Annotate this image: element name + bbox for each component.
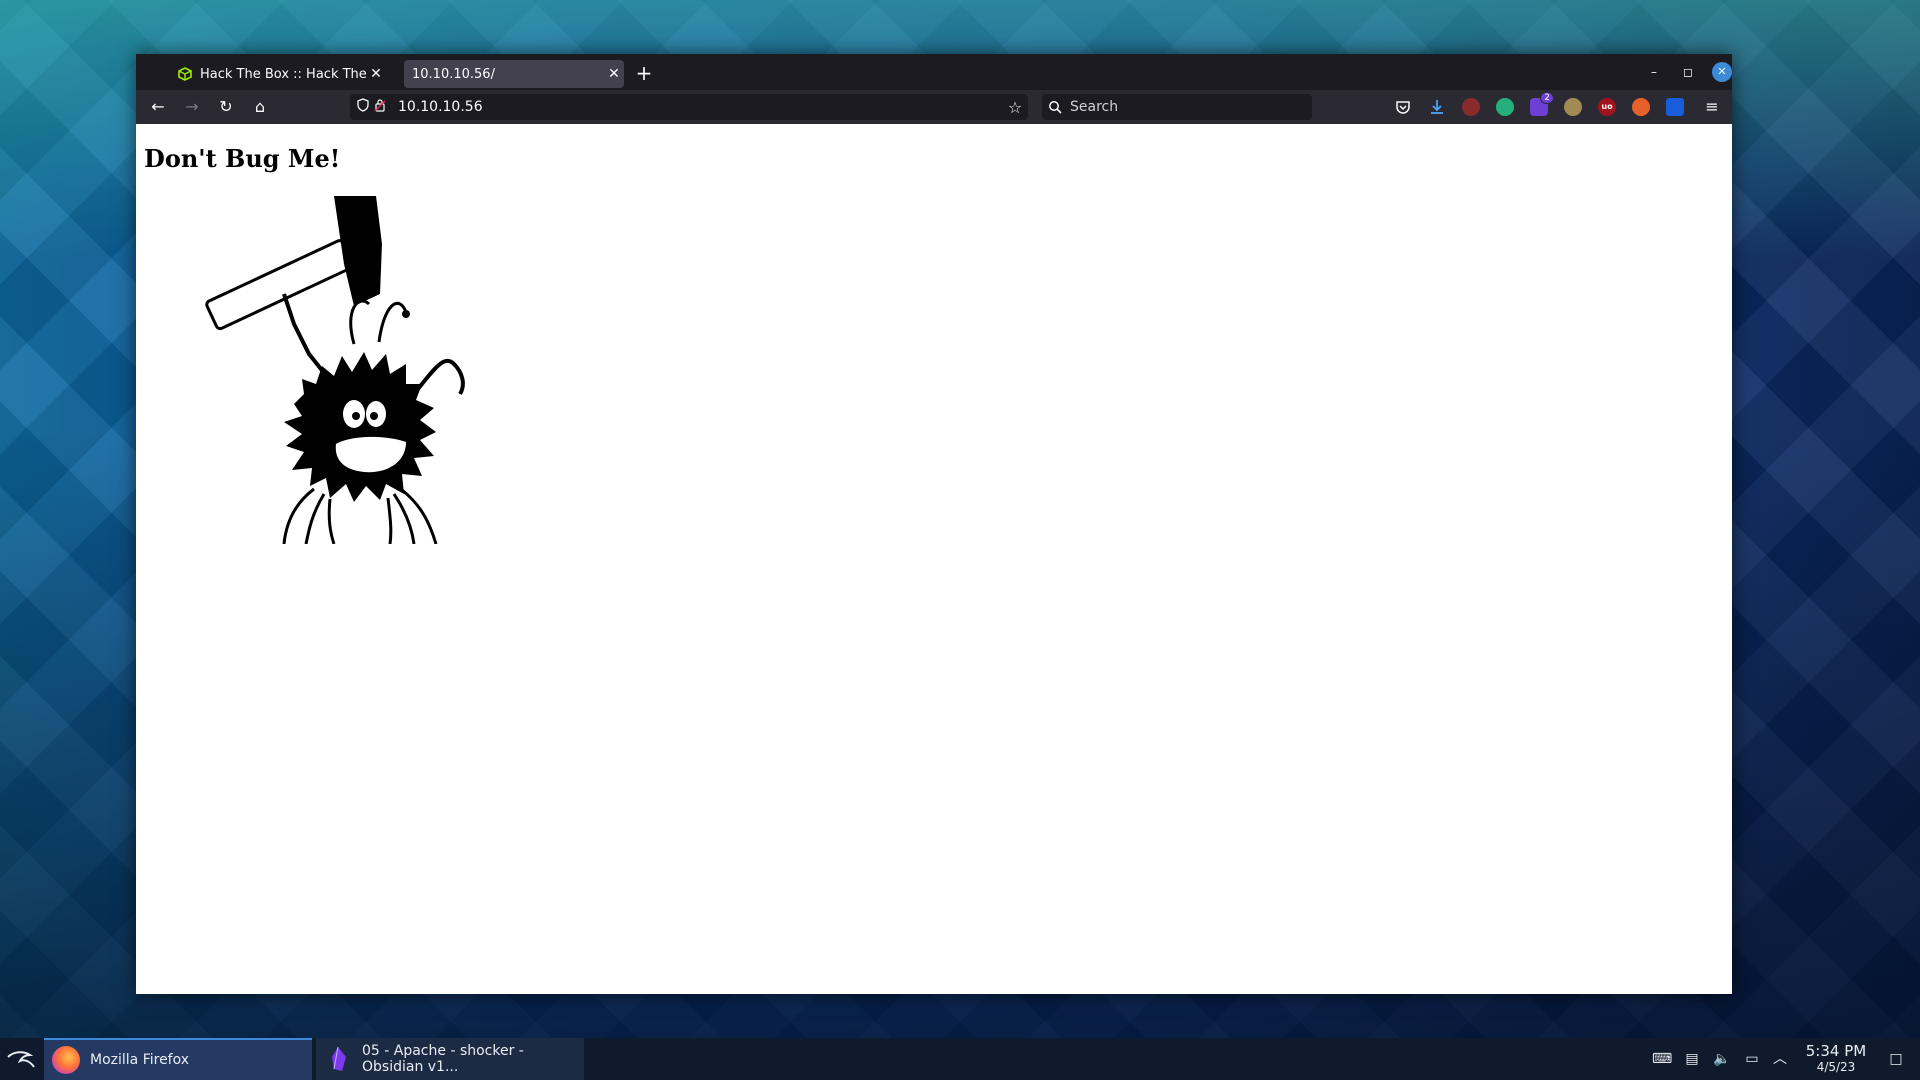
navigation-toolbar: ← → ↻ ⌂ 10.10.10.56 ☆ Search 2 uo ≡ bbox=[136, 90, 1732, 124]
extension-badge-icon[interactable]: 2 bbox=[1530, 92, 1554, 116]
page-content: Don't Bug Me! bbox=[136, 124, 1732, 994]
clipboard-icon[interactable]: ▤ bbox=[1682, 1049, 1702, 1069]
taskbar-item-label: 05 - Apache - shocker - Obsidian v1... bbox=[362, 1043, 524, 1075]
close-tab-icon[interactable]: ✕ bbox=[366, 66, 386, 82]
firefox-icon bbox=[52, 1046, 80, 1074]
extension-avatar-icon[interactable] bbox=[1462, 98, 1480, 116]
volume-icon[interactable]: 🔈 bbox=[1712, 1049, 1732, 1069]
show-desktop-icon[interactable]: □ bbox=[1886, 1049, 1906, 1069]
minimize-icon[interactable]: – bbox=[1644, 62, 1664, 82]
extension-cookie-icon[interactable] bbox=[1564, 98, 1582, 116]
search-icon bbox=[1042, 100, 1068, 114]
clock[interactable]: 5:34 PM 4/5/23 bbox=[1796, 1042, 1876, 1074]
bookmark-star-icon[interactable]: ☆ bbox=[1002, 98, 1028, 117]
page-title: Don't Bug Me! bbox=[144, 144, 341, 173]
taskbar-item-label: Mozilla Firefox bbox=[90, 1052, 190, 1068]
search-bar[interactable] bbox=[1042, 94, 1312, 120]
obsidian-icon bbox=[324, 1045, 352, 1073]
network-icon[interactable]: ▭ bbox=[1742, 1049, 1762, 1069]
bitwarden-shield-icon[interactable] bbox=[1666, 98, 1684, 116]
kali-menu-icon[interactable] bbox=[0, 1038, 42, 1080]
clock-time: 5:34 PM bbox=[1805, 1042, 1867, 1060]
back-arrow-icon[interactable]: ← bbox=[146, 95, 170, 119]
downloads-icon[interactable] bbox=[1428, 98, 1446, 116]
terminal-icon[interactable]: ⌨ bbox=[1652, 1049, 1672, 1069]
chevron-up-icon[interactable]: ︿ bbox=[1770, 1049, 1790, 1069]
taskbar: Mozilla Firefox 05 - Apache - shocker - … bbox=[0, 1038, 1920, 1080]
taskbar-item-obsidian[interactable]: 05 - Apache - shocker - Obsidian v1... bbox=[316, 1038, 584, 1080]
tab-label: Hack The Box :: Hack The B bbox=[200, 66, 366, 82]
taskbar-item-firefox[interactable]: Mozilla Firefox bbox=[44, 1038, 312, 1080]
search-input[interactable] bbox=[1068, 98, 1302, 116]
pocket-icon[interactable] bbox=[1394, 98, 1412, 116]
new-tab-button[interactable]: + bbox=[630, 60, 658, 88]
url-bar[interactable]: 10.10.10.56 ☆ bbox=[350, 94, 1028, 120]
shield-icon[interactable] bbox=[356, 98, 374, 116]
close-tab-icon[interactable]: ✕ bbox=[604, 66, 624, 82]
home-icon[interactable]: ⌂ bbox=[248, 95, 272, 119]
hamburger-menu-icon[interactable]: ≡ bbox=[1700, 95, 1724, 119]
reload-icon[interactable]: ↻ bbox=[214, 95, 238, 119]
clock-date: 4/5/23 bbox=[1816, 1060, 1856, 1074]
close-window-icon[interactable]: ✕ bbox=[1712, 62, 1732, 82]
maximize-icon[interactable]: ◻ bbox=[1678, 62, 1698, 82]
ublock-origin-icon[interactable]: uo bbox=[1598, 98, 1616, 116]
hackthebox-favicon-icon bbox=[176, 67, 194, 81]
extension-badge-count: 2 bbox=[1540, 92, 1554, 104]
tab-hackthebox[interactable]: Hack The Box :: Hack The B ✕ bbox=[176, 60, 386, 88]
tab-current[interactable]: 10.10.10.56/ ✕ bbox=[404, 60, 624, 88]
url-text[interactable]: 10.10.10.56 bbox=[398, 99, 1002, 115]
extension-sync-icon[interactable] bbox=[1496, 98, 1514, 116]
extension-fox-icon[interactable] bbox=[1632, 98, 1650, 116]
bug-with-hammer-image bbox=[205, 196, 465, 544]
firefox-window: Hack The Box :: Hack The B ✕ 10.10.10.56… bbox=[136, 54, 1732, 994]
tab-label: 10.10.10.56/ bbox=[412, 66, 495, 82]
insecure-lock-icon[interactable] bbox=[374, 98, 390, 116]
forward-arrow-icon[interactable]: → bbox=[180, 95, 204, 119]
tab-bar: Hack The Box :: Hack The B ✕ 10.10.10.56… bbox=[136, 54, 1732, 90]
